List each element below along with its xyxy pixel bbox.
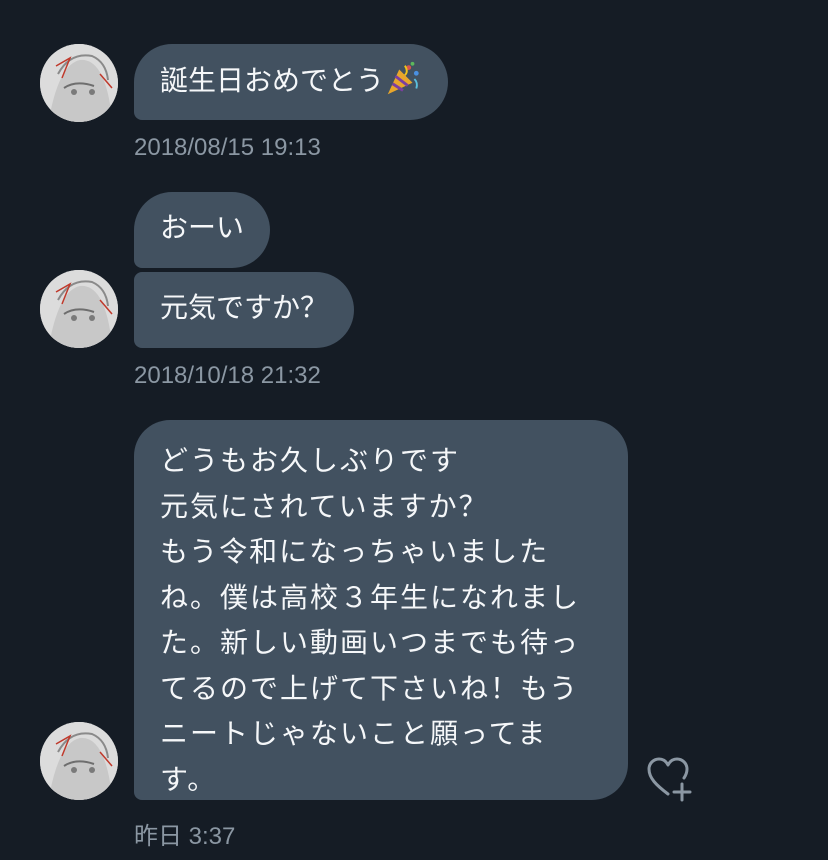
sender-avatar[interactable] (40, 44, 118, 122)
avatar-illustration (40, 722, 118, 800)
like-message-button[interactable] (646, 756, 696, 802)
message-timestamp: 2018/08/15 19:13 (134, 134, 321, 161)
message-line: ね。僕は高校３年生になれまし (160, 580, 581, 614)
message-line: た。新しい動画いつまでも待っ (160, 626, 581, 659)
message-timestamp: 昨日 3:37 (134, 823, 236, 850)
avatar-illustration (40, 270, 118, 348)
message-bubble[interactable]: どうもお久しぶりです 元気にされていますか？ もう令和になっちゃいました ね。僕… (134, 420, 628, 800)
message-text: 誕生日おめでとう (160, 64, 385, 97)
message-line: てるので上げて下さいね！もう (160, 671, 580, 705)
message-line: 元気にされていますか？ (160, 489, 489, 523)
message-text: おーい (160, 211, 245, 244)
party-popper-icon (387, 61, 419, 95)
message-line: もう令和になっちゃいました (160, 535, 550, 568)
message-bubble[interactable]: 元気ですか？ (134, 272, 355, 348)
message-line: す。 (160, 762, 218, 796)
avatar-illustration (40, 44, 118, 122)
sender-avatar[interactable] (40, 270, 118, 348)
sender-avatar[interactable] (40, 722, 118, 800)
message-text: 元気ですか？ (160, 291, 329, 324)
message-bubble[interactable]: 誕生日おめでとう (134, 44, 449, 120)
heart-plus-icon (647, 757, 692, 802)
message-bubble[interactable]: おーい (134, 192, 271, 268)
message-line: どうもお久しぶりです (160, 444, 461, 477)
message-timestamp: 2018/10/18 21:32 (134, 362, 321, 389)
message-line: ニートじゃないこと願ってま (160, 717, 548, 750)
